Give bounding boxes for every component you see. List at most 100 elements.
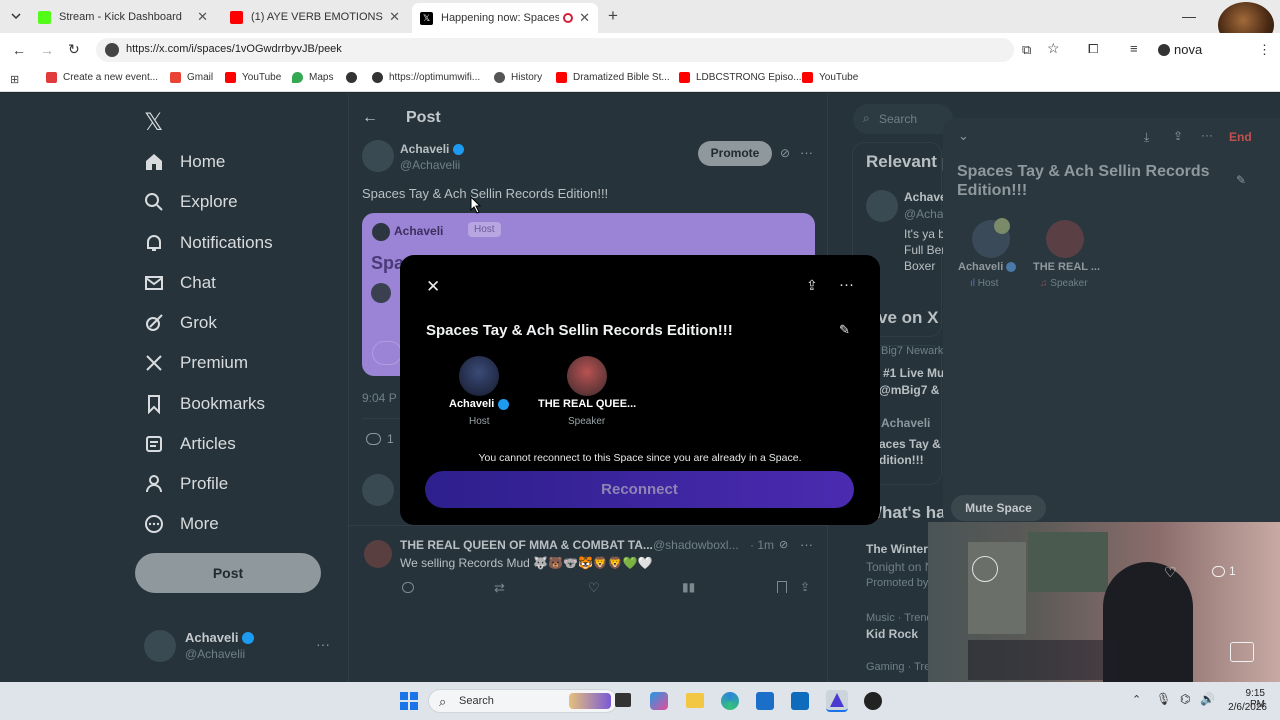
bookmark-icon[interactable] (777, 581, 787, 593)
new-tab-icon[interactable]: + (608, 6, 618, 26)
live-item[interactable]: @mBig7 & F (879, 383, 950, 397)
avatar[interactable] (1046, 220, 1084, 258)
clock-date[interactable]: 2/6/2026 (1221, 702, 1267, 713)
sidebar-item-chat[interactable]: Chat (144, 273, 216, 293)
tab-actions-icon[interactable] (8, 9, 24, 23)
card-button[interactable] (372, 341, 402, 365)
menu-icon[interactable]: ⋮ (1258, 42, 1271, 58)
mail-icon[interactable] (1230, 642, 1254, 662)
bookmark-item[interactable]: Create a new event... (46, 72, 158, 83)
back-icon[interactable]: ← (362, 109, 378, 127)
bookmark-item[interactable]: Dramatized Bible St... (556, 72, 670, 83)
heart-icon[interactable]: ♡ (1164, 564, 1177, 581)
close-icon[interactable]: ✕ (579, 10, 590, 26)
avatar[interactable] (866, 190, 898, 222)
avatar[interactable] (567, 356, 607, 396)
sidebar-item-explore[interactable]: Explore (144, 192, 238, 212)
tray-chevron-icon[interactable]: ⌃ (1132, 693, 1141, 706)
share-icon[interactable]: ⇪ (1173, 129, 1183, 143)
avatar[interactable] (144, 630, 176, 662)
comments-button[interactable]: 1 (1212, 564, 1236, 578)
live-item[interactable]: Achaveli (881, 416, 930, 430)
site-info-icon[interactable] (105, 43, 119, 57)
windows-start-icon[interactable] (400, 692, 418, 710)
sidebar-item-notifications[interactable]: Notifications (144, 233, 273, 253)
sidebar-item-premium[interactable]: Premium (144, 353, 248, 373)
chevron-down-icon[interactable]: ⌄ (958, 128, 969, 144)
views-icon[interactable]: ▮▮ (682, 580, 695, 594)
grok-icon[interactable]: ⊘ (780, 146, 790, 160)
bookmark-item[interactable]: https://optimumwifi... (372, 72, 480, 83)
sidebar-item-grok[interactable]: Grok (144, 313, 217, 333)
file-explorer-icon[interactable] (686, 693, 704, 708)
avatar[interactable] (459, 356, 499, 396)
nova-profile-button[interactable]: nova (1158, 42, 1202, 57)
sidebar-item-home[interactable]: Home (144, 152, 225, 172)
trend-title[interactable]: Kid Rock (866, 627, 918, 641)
reply-more-icon[interactable]: ··· (800, 537, 813, 552)
account-more-icon[interactable]: ··· (316, 636, 330, 652)
close-icon[interactable]: ✕ (389, 9, 400, 25)
live-item[interactable]: Big7 Newark (881, 345, 943, 357)
tab-youtube[interactable]: (1) AYE VERB EMOTIONS STOP ✕ (222, 4, 408, 30)
account-switcher[interactable]: Achaveli (185, 630, 255, 645)
x-logo-icon[interactable]: 𝕏 (144, 108, 163, 137)
more-icon[interactable]: ··· (1201, 128, 1213, 142)
mute-space-button[interactable]: Mute Space (951, 495, 1046, 521)
reconnect-button[interactable]: Reconnect (425, 471, 854, 508)
reply-button[interactable]: 1 (366, 432, 394, 446)
bookmark-item[interactable]: LDBCSTRONG Episo... (679, 72, 802, 83)
url-field[interactable]: https://x.com/i/spaces/1vOGwdrrbyvJB/pee… (96, 38, 1014, 62)
edit-icon[interactable]: ✎ (839, 322, 850, 338)
relevant-user-name[interactable]: Achave (904, 190, 947, 204)
close-icon[interactable]: ✕ (426, 277, 440, 297)
live-item[interactable]: aces Tay & (879, 437, 941, 451)
pinned-app-active[interactable] (826, 690, 848, 712)
reply-icon[interactable] (402, 582, 414, 593)
promote-button[interactable]: Promote (698, 141, 772, 166)
grok-icon[interactable]: ⊘ (779, 538, 788, 551)
like-icon[interactable]: ♡ (588, 580, 600, 596)
apps-grid-icon[interactable]: ⊞ (10, 73, 19, 86)
minimize-icon[interactable]: — (1182, 8, 1196, 24)
search-input[interactable]: ⌕ Search (853, 104, 953, 134)
outlook-icon[interactable] (791, 692, 809, 710)
bookmark-item[interactable]: YouTube (802, 72, 858, 83)
edit-icon[interactable]: ✎ (1236, 173, 1246, 187)
network-icon[interactable]: ⌬ (1180, 692, 1190, 706)
bookmark-item[interactable]: History (494, 72, 542, 83)
taskbar-search[interactable]: ⌕ Search (428, 689, 618, 713)
sidebar-item-profile[interactable]: Profile (144, 474, 228, 494)
app-icon[interactable] (864, 692, 882, 710)
mic-icon[interactable]: 🎙 (1156, 692, 1171, 706)
post-button[interactable]: Post (135, 553, 321, 593)
tab-kick-dashboard[interactable]: Stream - Kick Dashboard ✕ (30, 4, 216, 30)
extensions-icon[interactable]: ⧠ (1088, 41, 1098, 57)
repost-icon[interactable]: ⇄ (494, 580, 505, 596)
share-icon[interactable]: ⇪ (800, 580, 810, 594)
cast-icon[interactable]: ⧉ (1022, 42, 1031, 58)
tab-x-space[interactable]: 𝕏 Happening now: Spaces Ta ✕ (412, 3, 598, 33)
bookmark-item[interactable] (346, 72, 363, 83)
edge-icon[interactable] (721, 692, 739, 710)
reply-author-name[interactable]: THE REAL QUEEN OF MMA & COMBAT TA... (400, 538, 653, 552)
minimize-icon[interactable]: ⤓ (1144, 130, 1149, 145)
reload-icon[interactable]: ↻ (68, 41, 80, 58)
sidebar-item-more[interactable]: More (144, 514, 219, 534)
back-icon[interactable]: ← (12, 42, 26, 58)
end-space-button[interactable]: End (1229, 130, 1252, 144)
avatar[interactable] (362, 140, 394, 172)
post-more-icon[interactable]: ··· (800, 145, 813, 160)
live-item[interactable]: dition!!! (879, 453, 924, 467)
sidebar-item-articles[interactable]: Articles (144, 434, 236, 454)
store-icon[interactable] (756, 692, 774, 710)
share-icon[interactable]: ⇪ (806, 277, 818, 294)
bookmark-item[interactable]: YouTube (225, 72, 281, 83)
task-view-icon[interactable] (615, 693, 631, 707)
live-item[interactable]: #1 Live Mu (883, 366, 944, 380)
sidebar-item-bookmarks[interactable]: Bookmarks (144, 394, 265, 414)
close-icon[interactable]: ✕ (197, 9, 208, 25)
more-icon[interactable]: ··· (839, 276, 854, 293)
avatar[interactable] (364, 540, 392, 568)
post-author[interactable]: Achaveli (400, 142, 465, 156)
